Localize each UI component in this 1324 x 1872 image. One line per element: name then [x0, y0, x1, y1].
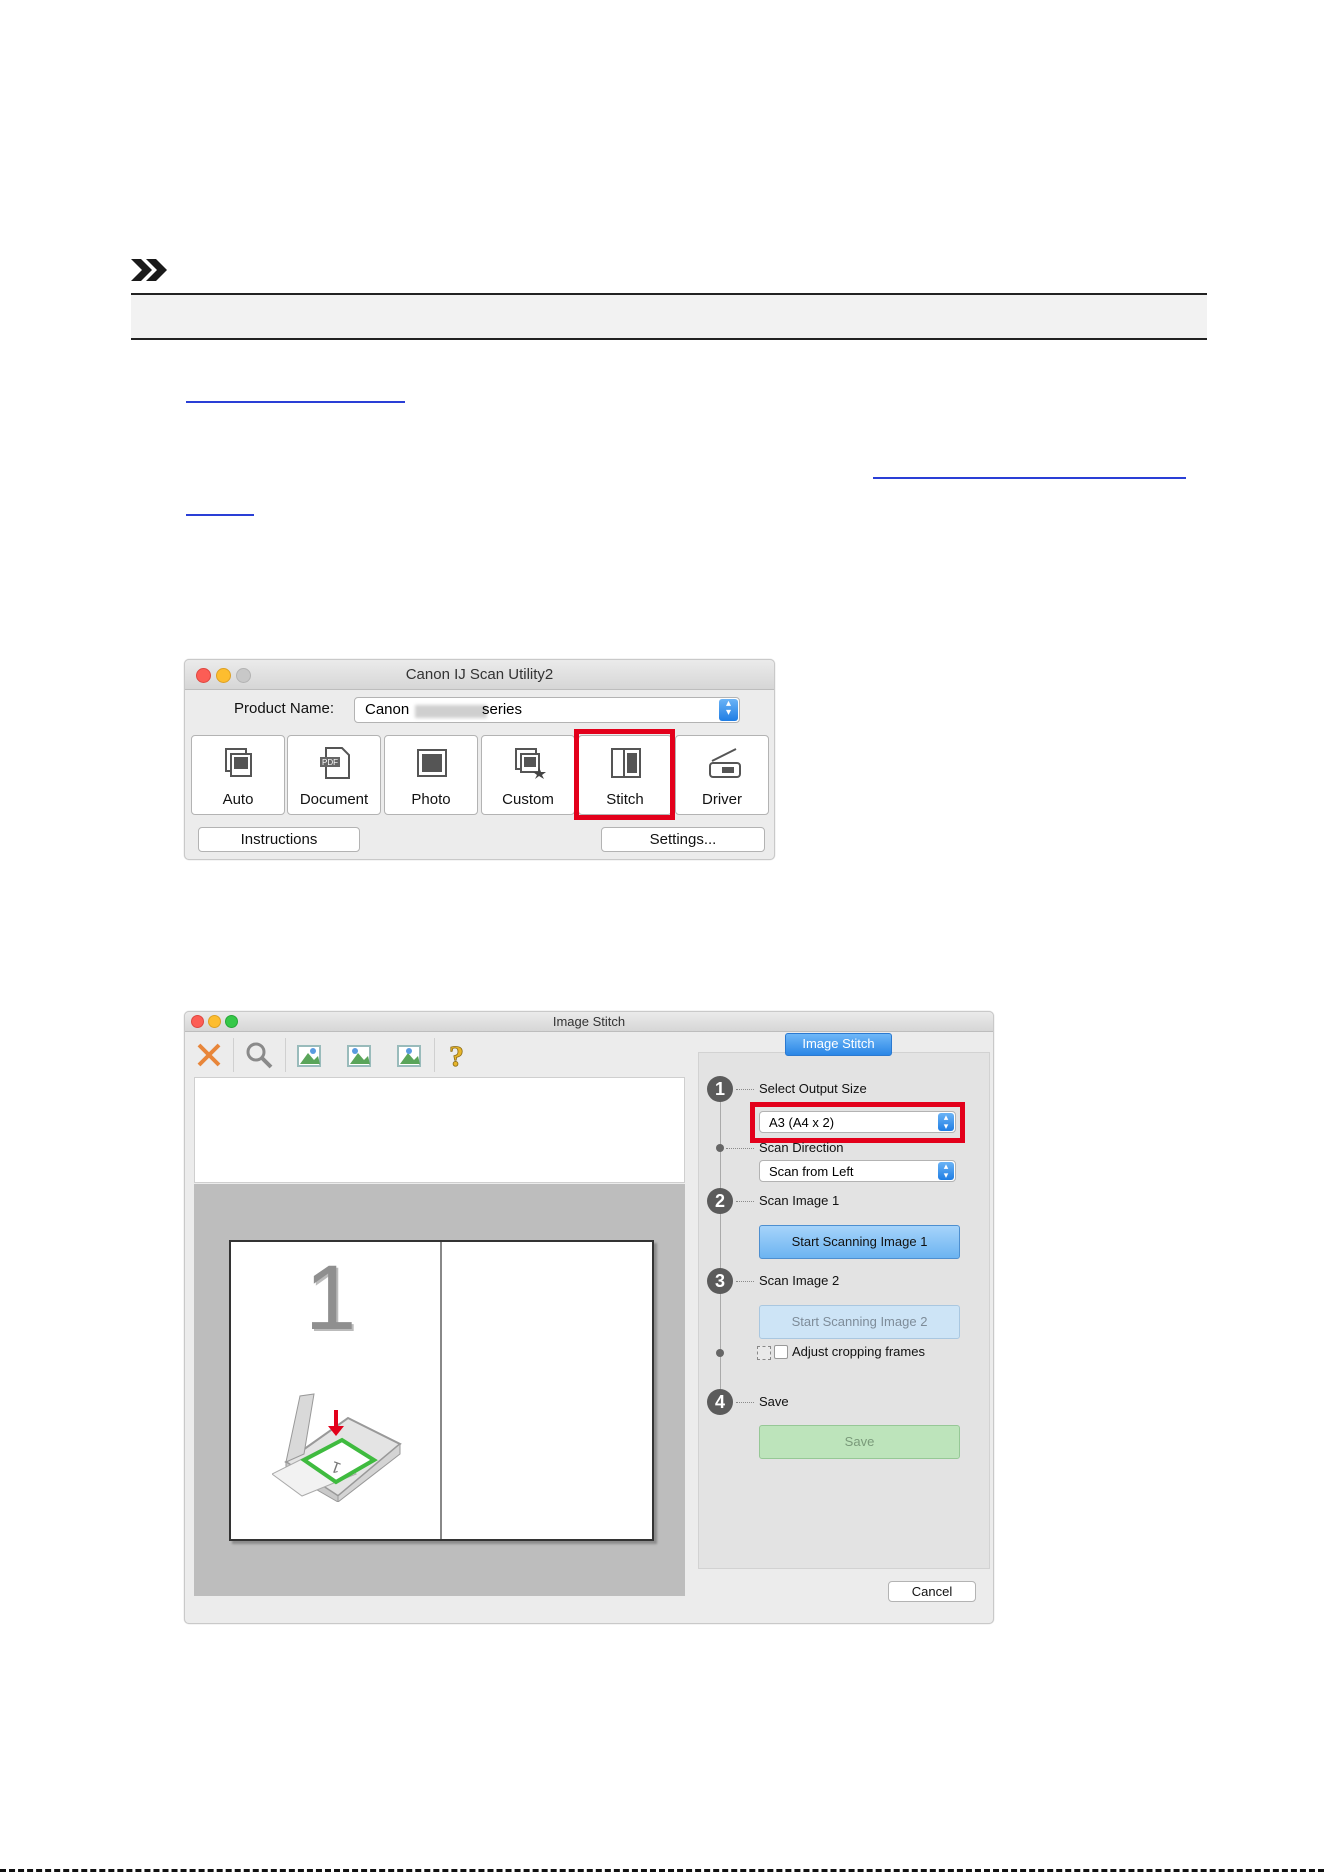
- tile-label: Auto: [222, 791, 254, 808]
- scan-direction-select[interactable]: Scan from Left ▴ ▾: [759, 1160, 956, 1182]
- step-3-badge: 3: [707, 1268, 733, 1294]
- delete-icon[interactable]: [196, 1042, 222, 1068]
- custom-tile[interactable]: Custom: [481, 735, 575, 815]
- tab-image-stitch[interactable]: Image Stitch: [785, 1033, 892, 1056]
- document-tile[interactable]: PDF Document: [287, 735, 381, 815]
- auto-tile[interactable]: Auto: [191, 735, 285, 815]
- rotate-right-icon[interactable]: [344, 1040, 374, 1070]
- step-1-badge: 1: [707, 1076, 733, 1102]
- link-underline[interactable]: [186, 401, 405, 403]
- driver-tile[interactable]: Driver: [675, 735, 769, 815]
- help-icon[interactable]: ?: [446, 1038, 470, 1072]
- note-bottom-rule: [131, 338, 1207, 340]
- zoom-icon[interactable]: [244, 1040, 274, 1070]
- scanner-placement-illustration: 1: [272, 1393, 402, 1502]
- start-scanning-image-2-button[interactable]: Start Scanning Image 2: [759, 1305, 960, 1339]
- window-title: Canon IJ Scan Utility2: [405, 666, 554, 683]
- cancel-button[interactable]: Cancel: [888, 1581, 976, 1602]
- canvas-divider: [440, 1242, 442, 1539]
- rotate-left-icon[interactable]: [294, 1040, 324, 1070]
- step-2-badge: 2: [707, 1188, 733, 1214]
- chevron-updown-icon: ▴ ▾: [719, 699, 738, 721]
- steps-connector: [720, 1089, 721, 1389]
- tile-label: Driver: [702, 791, 742, 808]
- step-2-label: Scan Image 1: [759, 1193, 840, 1208]
- toolbar-divider: [285, 1038, 286, 1072]
- link-underline[interactable]: [186, 514, 254, 516]
- crop-frame-icon: [757, 1346, 771, 1360]
- note-band: [131, 295, 1207, 338]
- scan-direction-label: Scan Direction: [759, 1140, 844, 1155]
- pdf-document-icon: PDF: [320, 747, 350, 779]
- step-leader: [736, 1201, 754, 1202]
- image-number-label: 1: [305, 1247, 357, 1349]
- scan-direction-value: Scan from Left: [769, 1164, 854, 1179]
- step-3-label: Scan Image 2: [759, 1273, 840, 1288]
- instructions-button[interactable]: Instructions: [198, 827, 360, 852]
- window-title: Image Stitch: [552, 1014, 626, 1029]
- title-bar: Canon IJ Scan Utility2: [185, 660, 774, 690]
- step-leader: [736, 1281, 754, 1282]
- product-suffix: series: [482, 701, 523, 718]
- custom-scan-icon: [515, 748, 546, 779]
- step-4-badge: 4: [707, 1389, 733, 1415]
- start-scanning-image-1-button[interactable]: Start Scanning Image 1: [759, 1225, 960, 1259]
- step-leader: [726, 1148, 754, 1149]
- toolbar-divider: [434, 1038, 435, 1072]
- scanner-driver-icon: [709, 748, 741, 778]
- preview-header-area: [194, 1077, 685, 1183]
- title-bar: Image Stitch: [185, 1012, 993, 1032]
- product-name-select[interactable]: Canon series ▴ ▾: [354, 697, 740, 723]
- tile-label: Custom: [502, 791, 554, 808]
- output-size-highlight: [750, 1102, 965, 1143]
- step-leader: [736, 1089, 754, 1090]
- chevron-updown-icon: ▴ ▾: [938, 1162, 954, 1180]
- pdf-icon-text: PDF: [322, 758, 338, 767]
- tile-label: Document: [299, 791, 369, 808]
- toolbar-divider: [233, 1038, 234, 1072]
- step-leader: [736, 1402, 754, 1403]
- stitch-highlight: [574, 729, 675, 820]
- note-icon: [131, 259, 167, 281]
- substep-dot: [716, 1144, 724, 1152]
- step-4-label: Save: [759, 1394, 789, 1409]
- substep-dot: [716, 1349, 724, 1357]
- adjust-cropping-label: Adjust cropping frames: [792, 1344, 925, 1359]
- auto-scan-icon: [225, 748, 252, 777]
- step-1-label: Select Output Size: [759, 1081, 867, 1096]
- product-name-label: Product Name:: [234, 700, 335, 717]
- swap-images-icon[interactable]: [394, 1040, 424, 1070]
- settings-button[interactable]: Settings...: [601, 827, 765, 852]
- link-underline[interactable]: [873, 477, 1186, 479]
- photo-tile[interactable]: Photo: [384, 735, 478, 815]
- save-button[interactable]: Save: [759, 1425, 960, 1459]
- product-prefix: Canon: [365, 701, 410, 718]
- redacted-model: [415, 705, 487, 718]
- tile-label: Photo: [411, 791, 451, 808]
- svg-text:?: ?: [449, 1040, 464, 1072]
- photo-icon: [417, 749, 447, 777]
- adjust-cropping-checkbox[interactable]: [774, 1345, 788, 1359]
